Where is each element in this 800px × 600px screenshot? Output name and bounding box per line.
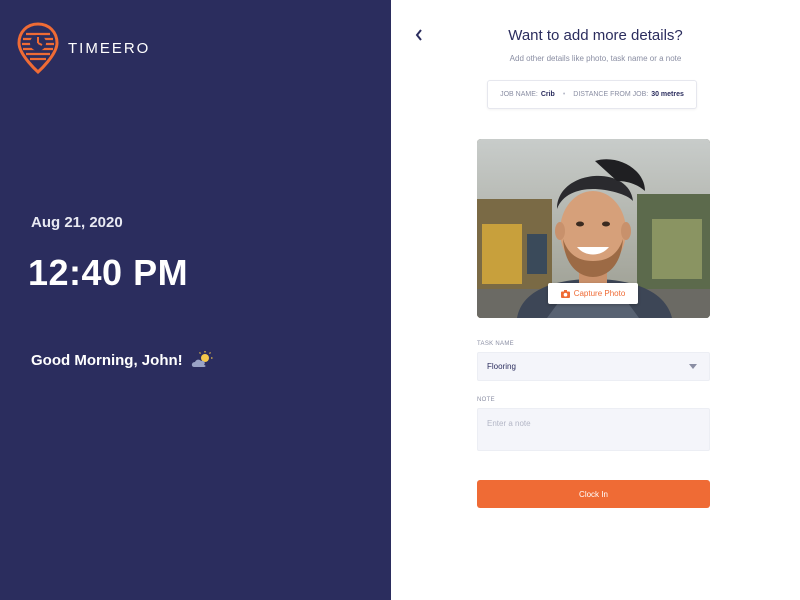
capture-photo-button[interactable]: Capture Photo [548, 283, 638, 304]
job-info: JOB NAME: Crib • DISTANCE FROM JOB: 30 m… [487, 80, 697, 109]
clock-in-button[interactable]: Clock In [477, 480, 710, 508]
page-title: Want to add more details? [508, 27, 683, 44]
right-panel: Want to add more details? Add other deta… [391, 0, 800, 600]
job-distance-value: 30 metres [651, 91, 684, 98]
left-panel: TIMEERO Aug 21, 2020 12:40 PM Good Morni… [0, 0, 391, 600]
clock-pin-logo-icon [17, 22, 59, 74]
greeting-text: Good Morning, John! [31, 351, 183, 369]
job-name-value: Crib [540, 91, 555, 98]
note-label: NOTE [477, 397, 495, 403]
page-subtitle: Add other details like photo, task name … [509, 54, 682, 63]
camera-icon [560, 289, 570, 298]
chevron-down-icon [689, 364, 697, 369]
partly-cloudy-icon [191, 351, 213, 367]
note-placeholder: Enter a note [487, 419, 531, 428]
note-input[interactable]: Enter a note [477, 408, 710, 451]
brand-name: TIMEERO [68, 39, 151, 57]
task-name-select[interactable]: Flooring [477, 352, 710, 381]
job-name-label: JOB NAME: [500, 91, 538, 98]
brand: TIMEERO [17, 22, 150, 74]
current-date: Aug 21, 2020 [31, 214, 123, 231]
task-name-value: Flooring [487, 362, 516, 371]
photo-preview: Capture Photo [477, 139, 710, 318]
greeting: Good Morning, John! [31, 350, 214, 370]
job-separator: • [562, 91, 566, 98]
current-time: 12:40 PM [28, 252, 189, 293]
task-name-label: TASK NAME [477, 341, 514, 347]
capture-photo-label: Capture Photo [573, 289, 626, 298]
job-distance-label: DISTANCE FROM JOB: [573, 91, 649, 98]
